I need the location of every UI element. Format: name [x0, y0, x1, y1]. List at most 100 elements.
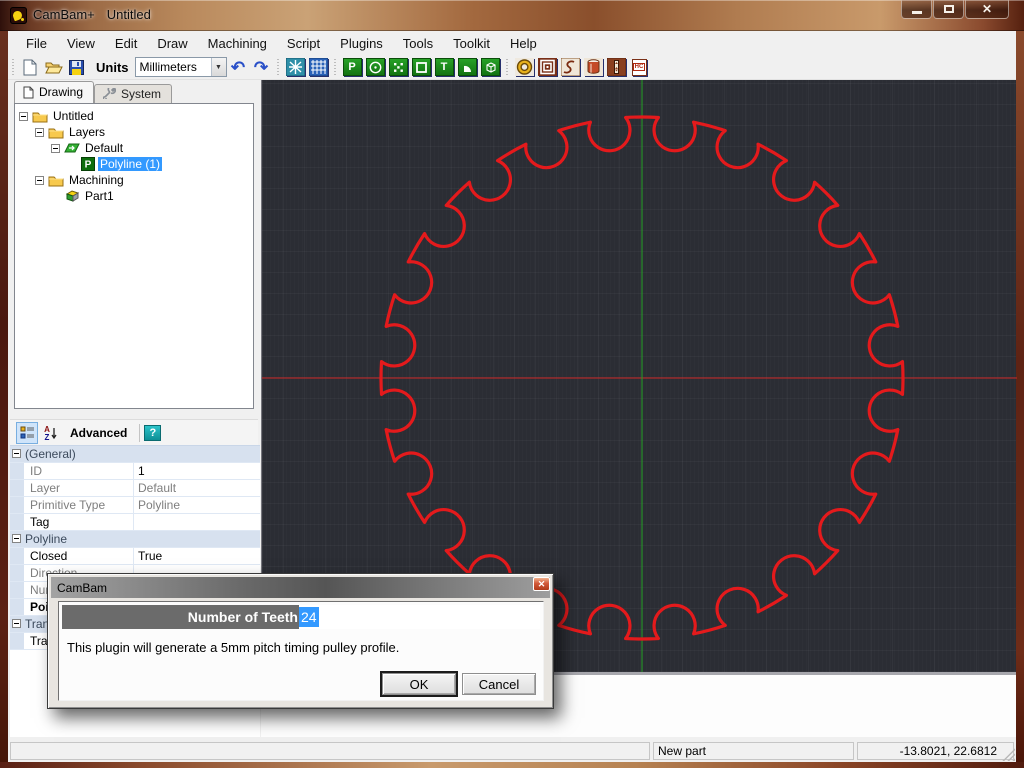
redo-button[interactable]: ↷ — [250, 56, 273, 78]
toolbar-grip[interactable] — [276, 59, 281, 76]
status-panel-coordinates: -13.8021, 22.6812 — [857, 742, 1014, 760]
toolbar-grip[interactable] — [505, 59, 510, 76]
gcode-file-button[interactable]: HC — [628, 56, 651, 78]
draw-arc-button[interactable] — [456, 56, 479, 78]
tab-drawing[interactable]: Drawing — [14, 81, 94, 103]
menu-script[interactable]: Script — [277, 33, 330, 54]
draw-circle-icon — [366, 58, 385, 76]
property-row[interactable]: LayerDefault — [10, 480, 260, 497]
machine-slot-button[interactable] — [605, 56, 628, 78]
draw-rectangle-button[interactable] — [410, 56, 433, 78]
new-file-icon — [23, 59, 38, 76]
tab-drawing-label: Drawing — [39, 85, 83, 99]
draw-text-icon: T — [435, 58, 454, 76]
menu-plugins[interactable]: Plugins — [330, 33, 393, 54]
save-file-button[interactable] — [65, 56, 88, 78]
title-bar[interactable]: CamBam+Untitled ✕ — [0, 0, 1024, 31]
machine-profile-button[interactable] — [513, 56, 536, 78]
collapse-toggle[interactable] — [12, 449, 21, 458]
collapse-toggle[interactable] — [35, 176, 44, 185]
tree-item-machining[interactable]: Machining — [17, 172, 251, 188]
collapse-toggle[interactable] — [19, 112, 28, 121]
menu-bar: File View Edit Draw Machining Script Plu… — [8, 31, 1016, 55]
status-panel-empty — [10, 742, 650, 760]
close-icon: ✕ — [982, 3, 992, 15]
ok-button[interactable]: OK — [382, 673, 456, 695]
maximize-icon — [944, 5, 954, 13]
menu-help[interactable]: Help — [500, 33, 547, 54]
polyline-icon: P — [81, 157, 95, 171]
system-tab-icon — [103, 88, 116, 99]
toolbar-grip[interactable] — [11, 59, 16, 76]
tab-system[interactable]: System — [94, 84, 172, 103]
collapse-toggle[interactable] — [35, 128, 44, 137]
collapse-toggle[interactable] — [12, 619, 21, 628]
toolbar-grip[interactable] — [333, 59, 338, 76]
dialog-close-button[interactable]: ✕ — [533, 577, 550, 591]
draw-polyline-icon: P — [343, 58, 362, 76]
dialog-message: This plugin will generate a 5mm pitch ti… — [67, 640, 399, 655]
svg-text:Z: Z — [45, 433, 50, 441]
drawing-tab-icon — [23, 86, 34, 99]
draw-points-button[interactable] — [387, 56, 410, 78]
tree-item-polyline[interactable]: P Polyline (1) — [17, 156, 251, 172]
menu-draw[interactable]: Draw — [147, 33, 197, 54]
tree-item-label: Untitled — [51, 109, 96, 123]
window-border-left — [0, 31, 8, 762]
property-section[interactable]: Polyline — [10, 531, 260, 548]
undo-icon: ↶ — [231, 59, 245, 76]
machine-pocket-button[interactable] — [536, 56, 559, 78]
menu-tools[interactable]: Tools — [393, 33, 443, 54]
window-controls: ✕ — [901, 0, 1009, 19]
units-label: Units — [96, 60, 129, 75]
tree-item-layers[interactable]: Layers — [17, 124, 251, 140]
dialog-title-bar[interactable]: CamBam — [51, 577, 550, 598]
property-section[interactable]: (General) — [10, 446, 260, 463]
help-button[interactable]: ? — [144, 425, 161, 441]
property-row[interactable]: ClosedTrue — [10, 548, 260, 565]
cancel-button[interactable]: Cancel — [462, 673, 536, 695]
grid-toggle-button[interactable] — [307, 56, 330, 78]
open-file-button[interactable] — [42, 56, 65, 78]
prompt-label-bar: Number of Teeth — [62, 605, 299, 629]
property-row[interactable]: Primitive TypePolyline — [10, 497, 260, 514]
collapse-toggle[interactable] — [12, 534, 21, 543]
alphabetical-sort-button[interactable]: AZ — [40, 422, 62, 444]
menu-view[interactable]: View — [57, 33, 105, 54]
machine-engrave-button[interactable] — [559, 56, 582, 78]
menu-toolkit[interactable]: Toolkit — [443, 33, 500, 54]
categorized-view-button[interactable] — [16, 422, 38, 444]
units-combobox[interactable]: Millimeters ▼ — [135, 57, 227, 77]
teeth-input[interactable]: 24 — [299, 605, 540, 629]
menu-file[interactable]: File — [16, 33, 57, 54]
machine-drill-button[interactable] — [582, 56, 605, 78]
advanced-button[interactable]: Advanced — [70, 426, 127, 440]
main-toolbar: Units Millimeters ▼ ↶ ↷ P T — [8, 55, 1016, 80]
new-file-button[interactable] — [19, 56, 42, 78]
collapse-toggle[interactable] — [51, 144, 60, 153]
close-button[interactable]: ✕ — [965, 0, 1009, 19]
draw-surface-button[interactable] — [479, 56, 502, 78]
resize-grip[interactable] — [1002, 748, 1015, 761]
undo-button[interactable]: ↶ — [227, 56, 250, 78]
draw-circle-button[interactable] — [364, 56, 387, 78]
axes-toggle-button[interactable] — [284, 56, 307, 78]
save-file-icon — [69, 60, 84, 75]
combo-dropdown-button[interactable]: ▼ — [211, 58, 226, 76]
status-bar: New part -13.8021, 22.6812 — [8, 740, 1016, 762]
tree-item-part1[interactable]: Part1 — [17, 188, 251, 204]
property-row[interactable]: ID1 — [10, 463, 260, 480]
minimize-button[interactable] — [901, 0, 932, 19]
menu-edit[interactable]: Edit — [105, 33, 147, 54]
menu-machining[interactable]: Machining — [198, 33, 277, 54]
layer-icon — [64, 142, 80, 154]
tree-item-untitled[interactable]: Untitled — [17, 108, 251, 124]
draw-text-button[interactable]: T — [433, 56, 456, 78]
property-row[interactable]: Tag — [10, 514, 260, 531]
tree-item-default-layer[interactable]: Default — [17, 140, 251, 156]
maximize-button[interactable] — [933, 0, 964, 19]
draw-polyline-button[interactable]: P — [341, 56, 364, 78]
folder-icon — [48, 174, 64, 187]
axes-icon — [286, 58, 305, 76]
app-logo-icon — [10, 7, 27, 24]
